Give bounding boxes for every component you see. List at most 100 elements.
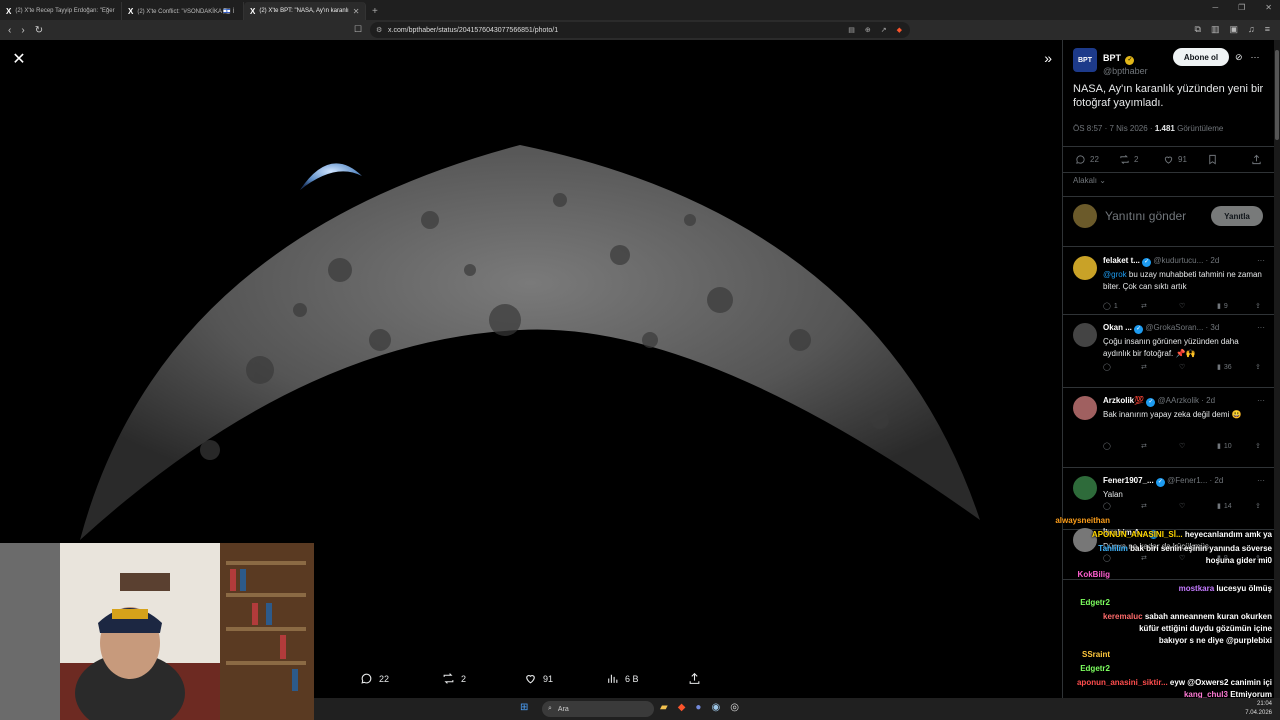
collapse-panel-icon[interactable]: »	[1044, 50, 1052, 66]
zoom-icon[interactable]: ⊕	[865, 26, 871, 34]
reply-button[interactable]: ◯	[1103, 363, 1141, 371]
reply-submit-button[interactable]: Yanıtla	[1211, 206, 1263, 226]
views-button[interactable]: ▮ 9	[1217, 302, 1255, 311]
menu-icon[interactable]: ≡	[1265, 24, 1270, 35]
url-field[interactable]: ⚙ x.com/bpthaber/status/2041576043077566…	[370, 22, 910, 38]
repost-icon: ⇄	[1141, 364, 1147, 371]
reply-button[interactable]: ◯	[1103, 442, 1141, 450]
share-button[interactable]: ⇪	[1255, 302, 1274, 310]
discord-icon[interactable]: ●	[695, 702, 701, 713]
repost-button[interactable]: ⇄	[1141, 302, 1179, 310]
share-button[interactable]: ⇪	[1255, 442, 1274, 450]
reply-time[interactable]: · 3d	[1206, 323, 1220, 332]
obs-icon[interactable]: ◎	[730, 702, 739, 713]
taskbar-clock[interactable]: 21:04 7.04.2026	[1245, 700, 1272, 718]
steam-icon[interactable]: ◉	[711, 702, 720, 713]
reply-author-handle[interactable]: @GrokaSoran...	[1145, 323, 1203, 332]
author-name[interactable]: BPT	[1103, 53, 1121, 63]
reply-author-handle[interactable]: @Fener1...	[1167, 476, 1207, 485]
reply-item[interactable]: Arzkolik💯 ✓ @AArzkolik · 2d ··· Bak inanır…	[1063, 388, 1274, 468]
minimize-icon[interactable]: ─	[1212, 3, 1218, 12]
more-icon[interactable]: ···	[1257, 323, 1265, 332]
reply-time[interactable]: · 2d	[1201, 396, 1215, 405]
more-icon[interactable]: ···	[1251, 52, 1260, 63]
avatar[interactable]	[1073, 256, 1097, 280]
view-count: 36	[1223, 363, 1232, 371]
new-tab-button[interactable]: +	[366, 2, 384, 20]
reply-composer[interactable]: Yanıtını gönder	[1073, 204, 1186, 228]
browser-tab[interactable]: X (2) X'te Conflict: "#SONDAKİKA 🇮🇱 İ	[122, 2, 244, 20]
reply-button[interactable]: 22	[1075, 154, 1119, 165]
back-icon[interactable]: ‹	[8, 25, 11, 36]
views-button[interactable]: 6 B	[606, 672, 688, 685]
close-viewer-icon[interactable]: ✕	[10, 50, 28, 68]
heart-icon: ♡	[1179, 303, 1186, 310]
music-icon[interactable]: ♫	[1248, 24, 1255, 35]
avatar[interactable]: BPT	[1073, 48, 1097, 72]
wallet-icon[interactable]: ▣	[1229, 24, 1238, 35]
like-button[interactable]: ♡	[1179, 442, 1217, 450]
windows-start-icon[interactable]: ⊞	[520, 702, 528, 713]
reply-time[interactable]: · 2d	[1210, 476, 1224, 485]
forward-icon[interactable]: ›	[21, 25, 24, 36]
share-button[interactable]	[688, 672, 770, 685]
reply-time[interactable]: · 2d	[1206, 256, 1220, 265]
more-icon[interactable]: ···	[1257, 256, 1265, 265]
views-button[interactable]: ▮ 36	[1217, 363, 1255, 372]
reply-input[interactable]: Yanıtını gönder	[1105, 209, 1186, 223]
follow-button[interactable]: Abone ol	[1173, 48, 1229, 66]
mention-link[interactable]: @grok	[1103, 270, 1127, 279]
repost-button[interactable]: 2	[1119, 154, 1163, 165]
like-button[interactable]: 91	[524, 672, 606, 685]
avatar[interactable]	[1073, 323, 1097, 347]
extensions-icon[interactable]: ⧉	[1195, 24, 1201, 35]
maximize-icon[interactable]: ❐	[1238, 3, 1245, 12]
reply-item[interactable]: Okan ... ✓ @GrokaSoran... · 3d ··· Çoğu in…	[1063, 315, 1274, 388]
post-time[interactable]: ÖS 8:57 · 7 Nis 2026 ·	[1073, 124, 1153, 133]
reply-button[interactable]: 22	[360, 672, 442, 685]
reply-author-name[interactable]: Okan ...	[1103, 323, 1132, 332]
repost-button[interactable]: 2	[442, 672, 524, 685]
reply-author-name[interactable]: Arzkolik💯	[1103, 396, 1144, 405]
site-info-icon[interactable]: ⚙	[376, 26, 382, 34]
reader-mode-icon[interactable]: ▤	[848, 26, 855, 34]
sort-dropdown[interactable]: Alakalı ⌄	[1073, 176, 1106, 185]
scrollbar-thumb[interactable]	[1275, 50, 1279, 140]
sidebar-icon[interactable]: ▥	[1211, 24, 1220, 35]
reply-author-name[interactable]: felaket t...	[1103, 256, 1140, 265]
avatar[interactable]	[1073, 396, 1097, 420]
reply-button[interactable]: ◯ 1	[1103, 302, 1141, 311]
more-icon[interactable]: ···	[1257, 396, 1265, 405]
url-actions: ▤ ⊕ ↗ ◆	[848, 26, 902, 34]
brave-shield-icon[interactable]: ◆	[897, 26, 902, 34]
reply-author-handle[interactable]: @kudurtucu...	[1153, 256, 1203, 265]
share-button[interactable]: ⇪	[1255, 363, 1274, 371]
reply-count: 1	[1113, 302, 1118, 310]
reply-author-handle[interactable]: @AArzkolik	[1158, 396, 1199, 405]
like-button[interactable]: ♡	[1179, 363, 1217, 371]
browser-tab[interactable]: X (2) X'te Recep Tayyip Erdoğan: "Eğer	[0, 2, 122, 20]
browser-tab-active[interactable]: X (2) X'te BPT: "NASA, Ay'ın karanlı ✕	[244, 2, 366, 20]
bookmark-icon[interactable]: ☐	[354, 24, 362, 35]
bookmark-button[interactable]	[1207, 154, 1251, 165]
share-button[interactable]	[1251, 154, 1274, 165]
share-icon[interactable]: ↗	[881, 26, 887, 34]
folder-icon[interactable]: ▰	[660, 702, 668, 713]
avatar[interactable]	[1073, 476, 1097, 500]
brave-icon[interactable]: ◆	[678, 702, 686, 713]
tab-close-icon[interactable]: ✕	[353, 7, 360, 16]
repost-button[interactable]: ⇄	[1141, 363, 1179, 371]
repost-button[interactable]: ⇄	[1141, 442, 1179, 450]
taskbar-search[interactable]: ⌕ Ara	[542, 701, 654, 717]
grok-icon[interactable]: ⊘	[1235, 52, 1243, 63]
reply-item[interactable]: felaket t... ✓ @kudurtucu... · 2d ··· @gro…	[1063, 248, 1274, 315]
reload-icon[interactable]: ↻	[35, 25, 43, 36]
more-icon[interactable]: ···	[1257, 476, 1265, 485]
author-handle[interactable]: @bpthaber	[1103, 66, 1148, 76]
reply-author-name[interactable]: Fener1907_...	[1103, 476, 1154, 485]
post-author[interactable]: BPT BPT ✓ @bpthaber	[1073, 48, 1148, 76]
like-button[interactable]: ♡	[1179, 302, 1217, 310]
window-close-icon[interactable]: ✕	[1265, 3, 1272, 12]
views-button[interactable]: ▮ 10	[1217, 442, 1255, 451]
like-button[interactable]: 91	[1163, 154, 1207, 165]
